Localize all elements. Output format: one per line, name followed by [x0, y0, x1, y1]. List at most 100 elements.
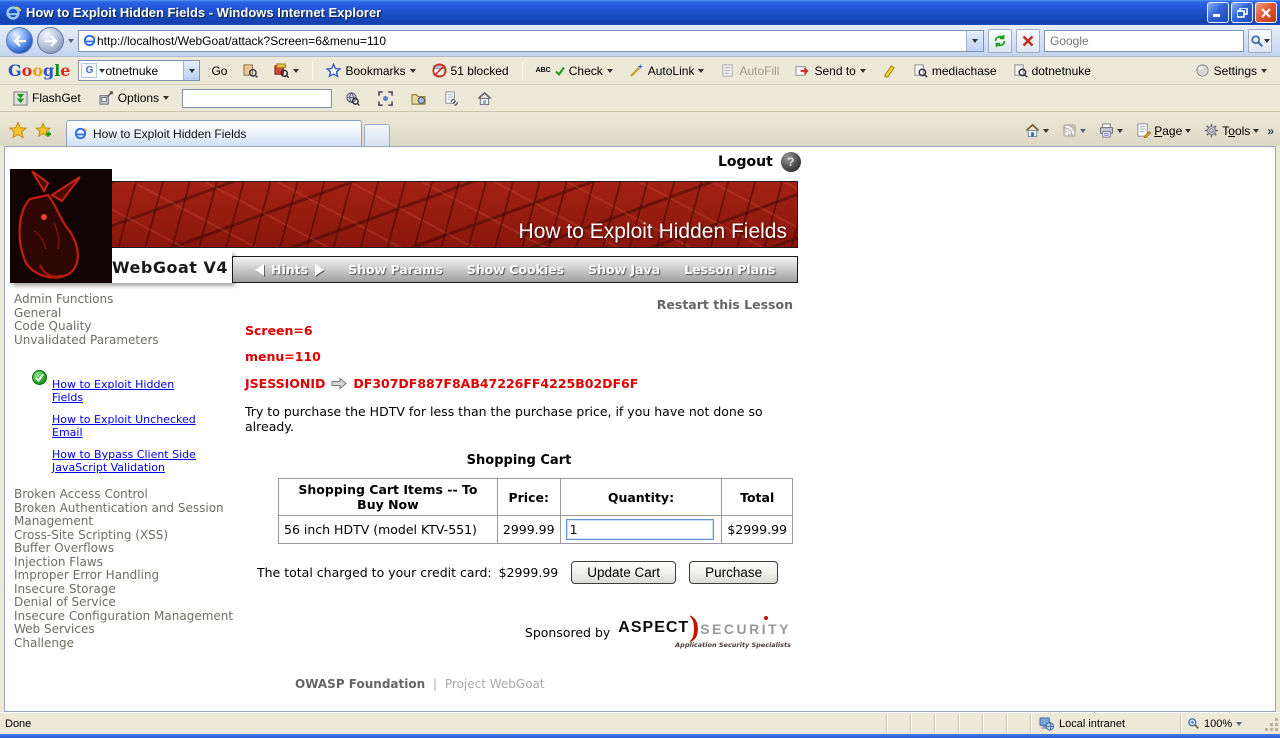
url-dropdown-button[interactable]	[966, 30, 983, 51]
forward-button[interactable]	[37, 27, 64, 54]
spellcheck-dropdown-icon[interactable]	[606, 68, 613, 73]
google-search-combo[interactable]: G	[78, 60, 201, 81]
sidebar-item-broken-access-control[interactable]: Broken Access Control	[14, 487, 238, 502]
sidebar-lesson-hidden-fields[interactable]: How to Exploit Hidden Fields	[52, 378, 174, 404]
minimize-button[interactable]	[1207, 2, 1229, 23]
feeds-dropdown-icon[interactable]	[1080, 128, 1087, 133]
sidebar-item-injection-flaws[interactable]: Injection Flaws	[14, 555, 238, 570]
add-favorite-button[interactable]	[32, 118, 56, 142]
bookmarks-button[interactable]: Bookmarks	[321, 60, 420, 81]
flashget-capture-button[interactable]	[373, 88, 398, 109]
refresh-button[interactable]	[988, 28, 1012, 53]
dotnetnuke-button[interactable]: dotnetnuke	[1008, 60, 1096, 81]
autofill-button[interactable]: AutoFill	[715, 60, 784, 81]
bookmarks-dropdown-icon[interactable]	[409, 68, 416, 73]
flashget-options-button[interactable]: Options	[94, 88, 174, 109]
back-button[interactable]	[6, 27, 33, 54]
toolbar-overflow-chevron[interactable]: »	[1267, 124, 1274, 138]
page-menu-button[interactable]: Page	[1131, 120, 1196, 141]
tab-how-to-exploit-hidden-fields[interactable]: How to Exploit Hidden Fields	[66, 120, 362, 146]
flashget-button[interactable]: FlashGet	[8, 88, 86, 109]
url-input[interactable]	[97, 33, 966, 48]
google-search-dropdown-button[interactable]	[183, 61, 200, 80]
address-bar[interactable]	[78, 29, 984, 52]
navbar-show-cookies[interactable]: Show Cookies	[467, 262, 564, 277]
help-button[interactable]: ?	[780, 152, 801, 172]
previous-hint-icon[interactable]	[255, 263, 264, 276]
sidebar-item-general[interactable]: General	[14, 306, 238, 321]
search-go-button[interactable]	[1248, 28, 1272, 53]
sidebar-item-unvalidated-parameters[interactable]: Unvalidated Parameters	[14, 333, 238, 348]
flashget-download-page-button[interactable]	[439, 88, 464, 109]
restore-button[interactable]	[1231, 2, 1253, 23]
project-webgoat-link[interactable]: Project WebGoat	[445, 677, 545, 691]
owasp-foundation-link[interactable]: OWASP Foundation	[295, 677, 425, 691]
page-dropdown-icon[interactable]	[1185, 128, 1192, 133]
resize-grip[interactable]	[1266, 715, 1280, 733]
sidebar-item-challenge[interactable]: Challenge	[14, 636, 238, 651]
send-to-button[interactable]: Send to	[790, 60, 870, 81]
send-to-dropdown-icon[interactable]	[859, 68, 866, 73]
favorites-center-button[interactable]	[6, 118, 30, 142]
highlighter-button[interactable]	[877, 60, 902, 81]
logo-letter: o	[21, 61, 33, 80]
spellcheck-button[interactable]: ABC Check	[531, 61, 618, 81]
zoom-dropdown-icon[interactable]	[1236, 721, 1243, 726]
navbar-show-java[interactable]: Show Java	[588, 262, 660, 277]
autolink-button[interactable]: AutoLink	[624, 60, 710, 81]
history-dropdown-icon[interactable]	[68, 38, 74, 43]
highlighter-icon	[883, 65, 895, 78]
new-tab-button[interactable]	[364, 124, 390, 146]
sidebar-lesson-unchecked-email[interactable]: How to Exploit Unchecked Email	[52, 413, 196, 439]
sidebar-item-code-quality[interactable]: Code Quality	[14, 319, 238, 334]
print-button[interactable]	[1094, 120, 1128, 141]
autolink-dropdown-icon[interactable]	[698, 68, 705, 73]
options-dropdown-icon[interactable]	[163, 96, 170, 100]
home-button[interactable]	[1020, 120, 1054, 141]
zoom-control[interactable]: 100%	[1180, 714, 1266, 733]
google-go-button[interactable]: Go	[206, 61, 232, 81]
tools-dropdown-icon[interactable]	[1253, 128, 1260, 133]
folder-globe-icon	[411, 93, 426, 105]
sidebar-item-xss[interactable]: Cross-Site Scripting (XSS)	[14, 528, 238, 543]
search-site-button[interactable]	[238, 60, 263, 81]
navbar-show-params[interactable]: Show Params	[348, 262, 443, 277]
sidebar-item-broken-authentication[interactable]: Broken Authentication and Session Manage…	[14, 501, 238, 529]
flashget-home-button[interactable]	[472, 88, 497, 109]
sidebar-item-insecure-configuration[interactable]: Insecure Configuration Management	[14, 609, 238, 624]
sidebar-lesson-bypass-js-validation[interactable]: How to Bypass Client Side JavaScript Val…	[52, 448, 196, 474]
settings-dropdown-icon[interactable]	[1261, 68, 1267, 73]
sidebar-item-admin-functions[interactable]: Admin Functions	[14, 292, 238, 307]
tools-menu-button[interactable]: Tools	[1199, 120, 1264, 141]
sidebar-item-web-services[interactable]: Web Services	[14, 622, 238, 637]
home-dropdown-icon[interactable]	[1043, 128, 1050, 133]
sidebar-item-improper-error-handling[interactable]: Improper Error Handling	[14, 568, 238, 583]
sidebar-item-buffer-overflows[interactable]: Buffer Overflows	[14, 541, 238, 556]
close-button[interactable]	[1255, 2, 1277, 23]
google-search-input[interactable]	[105, 63, 184, 78]
update-cart-button[interactable]: Update Cart	[571, 561, 677, 584]
search-options-dropdown-icon[interactable]	[1264, 38, 1270, 43]
search-input[interactable]	[1050, 33, 1243, 48]
navbar-hints[interactable]: Hints	[271, 262, 308, 277]
search-more-dropdown-icon[interactable]	[293, 68, 300, 73]
sidebar-item-denial-of-service[interactable]: Denial of Service	[14, 595, 238, 610]
restart-lesson-link[interactable]: Restart this Lesson	[245, 297, 793, 312]
mediachase-button[interactable]: mediachase	[908, 60, 1002, 81]
stop-button[interactable]	[1016, 28, 1040, 53]
navbar-lesson-plans[interactable]: Lesson Plans	[684, 262, 775, 277]
next-hint-icon[interactable]	[315, 263, 325, 276]
flashget-search-web-button[interactable]	[340, 88, 365, 109]
quantity-input[interactable]	[565, 519, 714, 540]
search-more-button[interactable]	[269, 60, 304, 81]
purchase-button[interactable]: Purchase	[689, 561, 779, 584]
settings-button[interactable]: Settings	[1190, 60, 1272, 81]
print-dropdown-icon[interactable]	[1117, 128, 1124, 133]
feeds-button[interactable]	[1057, 120, 1091, 141]
search-box[interactable]	[1044, 29, 1244, 52]
popup-blocker-button[interactable]: 51 blocked	[427, 60, 514, 81]
sidebar-item-insecure-storage[interactable]: Insecure Storage	[14, 582, 238, 597]
flashget-search-input[interactable]	[182, 88, 333, 108]
flashget-site-explorer-button[interactable]	[406, 88, 431, 109]
logout-button[interactable]: Logout	[718, 154, 773, 170]
